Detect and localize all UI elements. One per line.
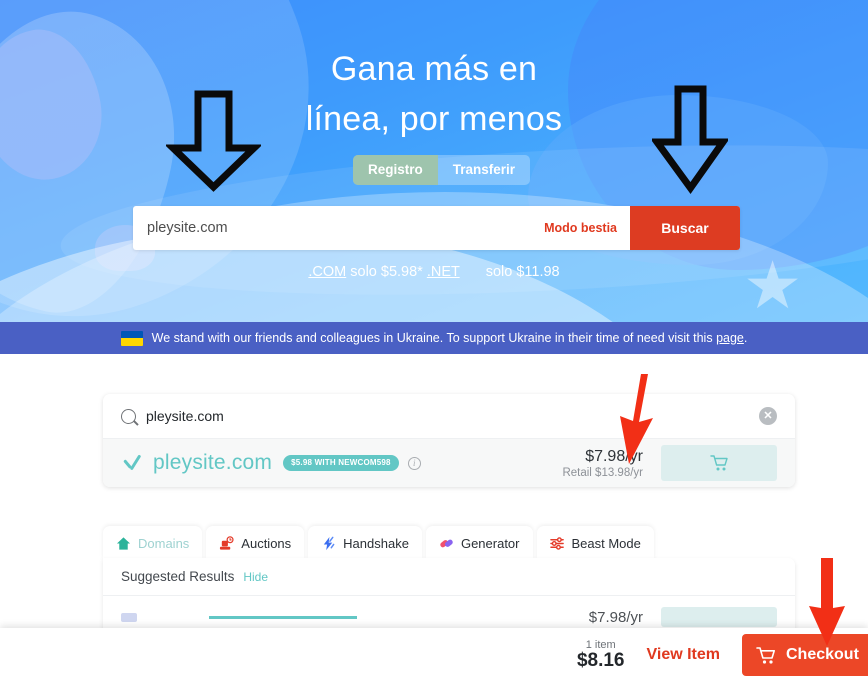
checkout-bar: 1 item $8.16 View Item Checkout [0, 628, 868, 682]
suggested-domain-name [209, 615, 357, 619]
domain-name[interactable]: pleysite.com [153, 451, 272, 475]
banner-text: We stand with our friends and colleagues… [152, 331, 748, 345]
tab-generator[interactable]: Generator [425, 526, 533, 560]
lightning-icon [323, 536, 335, 550]
hide-suggestions-link[interactable]: Hide [243, 570, 268, 584]
cart-icon [709, 455, 728, 471]
tab-transferir[interactable]: Transferir [438, 155, 530, 185]
page-title: Gana más en línea, por menos [0, 44, 868, 144]
hero-section: Gana más en línea, por menos Registro Tr… [0, 0, 868, 322]
banner-page-link[interactable]: page [716, 331, 744, 345]
ukraine-support-banner: We stand with our friends and colleagues… [0, 322, 868, 354]
result-search-row[interactable]: pleysite.com ✕ [103, 394, 795, 439]
annotation-arrow-hero-right [652, 85, 728, 194]
net-tld-link[interactable]: .NET [427, 264, 460, 280]
gavel-icon [220, 535, 234, 550]
cart-icon [756, 646, 775, 664]
hero-search-bar[interactable]: pleysite.com Modo bestia Buscar [133, 206, 740, 250]
price-column: $7.98/yr Retail $13.98/yr [562, 448, 643, 479]
com-tld-link[interactable]: .COM [308, 264, 346, 280]
close-icon[interactable]: ✕ [759, 407, 777, 425]
suggested-results-header: Suggested Results Hide [103, 558, 795, 596]
register-transfer-toggle[interactable]: Registro Transferir [353, 155, 531, 185]
promo-badge: $5.98 WITH NEWCOM598 [283, 455, 399, 471]
com-price: solo $5.98* [350, 264, 423, 280]
home-icon [116, 536, 131, 550]
add-to-cart-button[interactable] [661, 445, 777, 481]
domain-retail-price: Retail $13.98/yr [562, 466, 643, 479]
primary-domain-row[interactable]: pleysite.com $5.98 WITH NEWCOM598 i $7.9… [103, 439, 795, 487]
checkout-button[interactable]: Checkout [742, 634, 868, 676]
domain-price: $7.98/yr [585, 447, 643, 465]
tab-domains[interactable]: Domains [103, 526, 203, 560]
tab-label: Generator [460, 535, 520, 551]
search-result-card: pleysite.com ✕ pleysite.com $5.98 WITH N… [103, 394, 795, 487]
result-search-input[interactable]: pleysite.com [146, 408, 759, 424]
tab-auctions[interactable]: Auctions [206, 526, 305, 560]
view-item-button[interactable]: View Item [646, 646, 720, 664]
tab-beast-mode[interactable]: Beast Mode [536, 526, 654, 560]
tab-label: Handshake [343, 535, 409, 551]
domain-type-icon [121, 612, 137, 622]
cart-amount: $8.16 [576, 649, 625, 671]
hero-title-line1: Gana más en [330, 50, 538, 88]
suggested-add-to-cart-button[interactable] [661, 607, 777, 627]
capsule-icon [440, 539, 453, 547]
banner-text-after: . [743, 331, 748, 345]
hero-search-button[interactable]: Buscar [630, 206, 740, 250]
sliders-icon [549, 536, 564, 550]
tab-label: Domains [138, 535, 190, 551]
suggested-domain-price: $7.98/yr [588, 608, 643, 626]
search-icon [121, 408, 136, 424]
net-price: solo $11.98 [485, 264, 560, 280]
tab-label: Auctions [241, 535, 292, 551]
category-tabs[interactable]: Domains Auctions Handshake Generator Bea… [103, 524, 795, 560]
page-root: Gana más en línea, por menos Registro Tr… [0, 0, 868, 682]
check-icon [121, 452, 143, 474]
ukraine-flag-icon [120, 330, 143, 346]
suggested-results-label: Suggested Results [121, 569, 235, 584]
info-icon[interactable]: i [407, 456, 421, 470]
hero-title-line2: línea, por menos [305, 100, 563, 138]
tld-price-line: .COM solo $5.98* .NET solo $11.98 [0, 264, 868, 280]
annotation-arrow-hero-left [166, 90, 261, 192]
checkout-label: Checkout [786, 646, 859, 663]
tab-label: Beast Mode [571, 535, 641, 551]
tab-registro[interactable]: Registro [353, 155, 438, 185]
banner-text-before: We stand with our friends and colleagues… [151, 331, 717, 345]
cart-total: 1 item $8.16 [577, 639, 625, 672]
suggested-results-panel: Suggested Results Hide $7.98/yr [103, 558, 795, 638]
tab-handshake[interactable]: Handshake [308, 526, 422, 560]
hero-search-input[interactable]: pleysite.com [133, 206, 531, 250]
beast-mode-link[interactable]: Modo bestia [531, 206, 630, 250]
